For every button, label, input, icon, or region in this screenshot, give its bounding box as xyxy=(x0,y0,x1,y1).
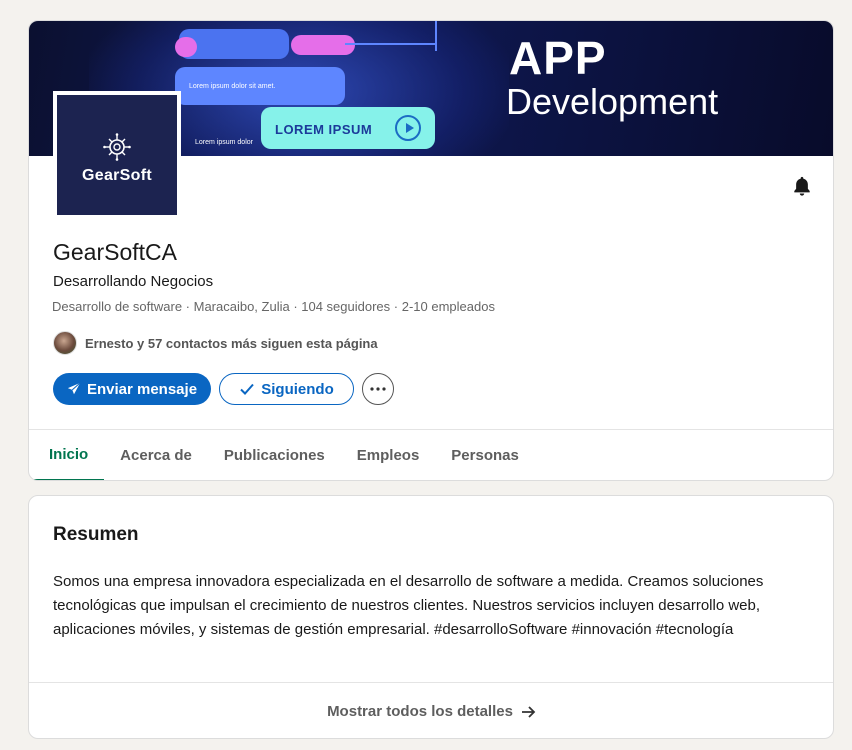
more-icon xyxy=(370,387,386,391)
check-icon xyxy=(240,383,254,395)
banner-mock-text: Lorem ipsum dolor sit amet. xyxy=(189,83,276,90)
banner-mock-text: Lorem ipsum dolor xyxy=(195,139,253,146)
arrow-right-icon xyxy=(521,705,536,718)
company-top-card: Lorem ipsum dolor sit amet. LOREM IPSUM … xyxy=(28,20,834,481)
gear-circuit-icon xyxy=(103,133,131,161)
send-icon xyxy=(67,382,81,395)
avatar xyxy=(53,331,77,355)
company-tagline: Desarrollando Negocios xyxy=(53,273,214,290)
tab-empleos[interactable]: Empleos xyxy=(341,430,436,480)
play-icon xyxy=(395,115,421,141)
banner-line xyxy=(345,43,437,45)
tab-publicaciones[interactable]: Publicaciones xyxy=(208,430,341,480)
summary-text: Somos una empresa innovadora especializa… xyxy=(53,573,764,638)
bell-icon[interactable] xyxy=(791,175,813,197)
tab-personas[interactable]: Personas xyxy=(435,430,535,480)
show-all-details-label: Mostrar todos los detalles xyxy=(327,703,513,720)
following-button[interactable]: Siguiendo xyxy=(219,373,354,405)
tab-inicio[interactable]: Inicio xyxy=(29,430,105,480)
banner-line xyxy=(435,21,437,51)
banner-mock-button-label: LOREM IPSUM xyxy=(275,122,373,137)
tab-acerca-de[interactable]: Acerca de xyxy=(104,430,208,480)
connections-follow-info[interactable]: Ernesto y 57 contactos más siguen esta p… xyxy=(53,331,378,355)
banner-mock-pill xyxy=(291,35,355,55)
more-options-button[interactable] xyxy=(362,373,394,405)
company-logo[interactable]: GearSoft xyxy=(53,91,181,219)
banner-mock-dot xyxy=(175,37,197,57)
summary-card: Resumen Somos una empresa innovadora esp… xyxy=(28,495,834,739)
company-meta: Desarrollo de software · Maracaibo, Zuli… xyxy=(52,299,495,314)
following-label: Siguiendo xyxy=(261,380,334,398)
banner-subtitle: Development xyxy=(506,81,719,122)
logo-text: GearSoft xyxy=(82,167,152,184)
send-message-label: Enviar mensaje xyxy=(86,380,198,398)
company-name: GearSoftCA xyxy=(53,239,177,265)
summary-title: Resumen xyxy=(53,524,139,545)
send-message-button[interactable]: Enviar mensaje xyxy=(53,373,211,405)
company-tabs: Inicio Acerca de Publicaciones Empleos P… xyxy=(29,429,833,480)
banner-title: APP xyxy=(509,32,607,84)
show-all-details-button[interactable]: Mostrar todos los detalles xyxy=(29,682,833,738)
connections-text: Ernesto y 57 contactos más siguen esta p… xyxy=(85,335,378,351)
